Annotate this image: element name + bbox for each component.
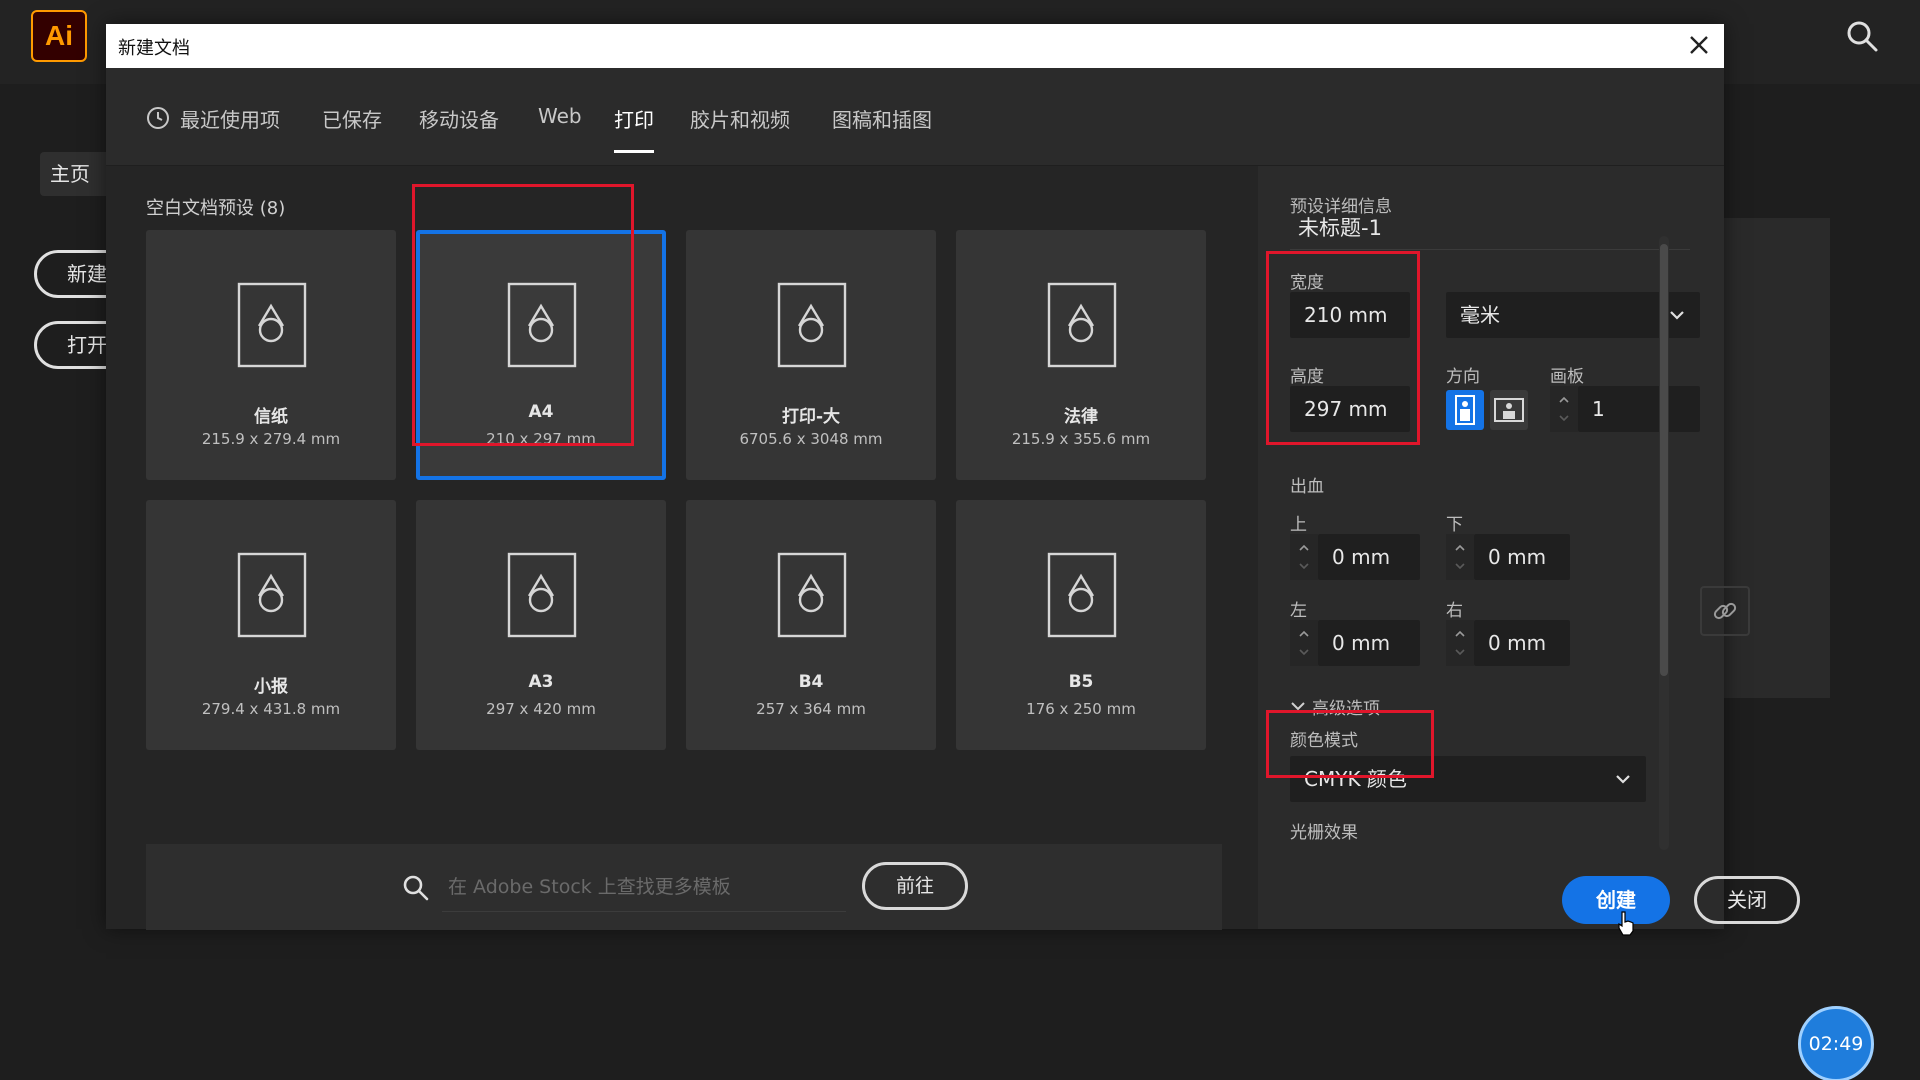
document-icon bbox=[1047, 282, 1117, 368]
document-icon bbox=[777, 282, 847, 368]
document-icon bbox=[237, 282, 307, 368]
artboards-stepper[interactable] bbox=[1550, 386, 1578, 432]
raster-effects-label: 光栅效果 bbox=[1290, 823, 1358, 843]
preset-dimensions: 279.4 x 431.8 mm bbox=[201, 700, 341, 718]
dialog-title: 新建文档 bbox=[118, 38, 190, 59]
bleed-left-field[interactable]: 0 mm bbox=[1318, 620, 1420, 666]
chevron-down-icon bbox=[1455, 563, 1465, 570]
illustrator-logo: Ai bbox=[31, 10, 87, 62]
chevron-up-icon bbox=[1559, 396, 1569, 403]
chevron-down-icon bbox=[1455, 649, 1465, 656]
preset-name: A3 bbox=[528, 672, 554, 692]
preset-card[interactable]: 打印-大 6705.6 x 3048 mm bbox=[686, 230, 936, 480]
bleed-left-stepper[interactable] bbox=[1290, 620, 1318, 666]
stock-search-input[interactable] bbox=[442, 862, 846, 912]
document-name-field[interactable]: 未标题-1 bbox=[1290, 206, 1690, 250]
portrait-icon bbox=[1455, 395, 1475, 425]
details-scrollbar-thumb[interactable] bbox=[1660, 244, 1668, 676]
preset-name: 打印-大 bbox=[781, 407, 841, 427]
preset-dimensions: 215.9 x 279.4 mm bbox=[201, 430, 341, 448]
close-icon[interactable] bbox=[1684, 30, 1714, 60]
highlight-dimensions bbox=[1266, 251, 1420, 445]
tab-print[interactable]: 打印 bbox=[614, 104, 654, 153]
landscape-button[interactable] bbox=[1490, 390, 1528, 430]
chevron-up-icon bbox=[1299, 544, 1309, 551]
portrait-button[interactable] bbox=[1446, 390, 1484, 430]
tab-art-illustration[interactable]: 图稿和插图 bbox=[832, 104, 932, 144]
orientation-label: 方向 bbox=[1446, 367, 1480, 387]
preset-name: B4 bbox=[798, 672, 824, 692]
bleed-top-field[interactable]: 0 mm bbox=[1318, 534, 1420, 580]
tab-saved[interactable]: 已保存 bbox=[322, 104, 382, 144]
tab-recent[interactable]: 最近使用项 bbox=[180, 104, 280, 144]
search-icon[interactable] bbox=[1844, 18, 1880, 54]
bleed-bottom-field[interactable]: 0 mm bbox=[1474, 534, 1570, 580]
tab-web[interactable]: Web bbox=[538, 104, 582, 144]
chevron-down-icon bbox=[1559, 415, 1569, 422]
search-icon bbox=[403, 875, 429, 901]
bleed-left-label: 左 bbox=[1290, 601, 1307, 621]
hand-cursor-icon bbox=[1618, 911, 1634, 936]
preset-card[interactable]: B5 176 x 250 mm bbox=[956, 500, 1206, 750]
landscape-icon bbox=[1494, 398, 1524, 422]
timer-badge: 02:49 bbox=[1798, 1006, 1874, 1080]
preset-name: 法律 bbox=[1064, 407, 1098, 427]
preset-dimensions: 297 x 420 mm bbox=[486, 700, 596, 718]
highlight-a4 bbox=[412, 184, 634, 446]
document-icon bbox=[1047, 552, 1117, 638]
chevron-down-icon bbox=[1299, 649, 1309, 656]
go-button[interactable]: 前往 bbox=[862, 862, 968, 910]
preset-card[interactable]: 信纸 215.9 x 279.4 mm bbox=[146, 230, 396, 480]
tab-film-video[interactable]: 胶片和视频 bbox=[690, 104, 790, 144]
document-icon bbox=[507, 552, 577, 638]
preset-name: 信纸 bbox=[254, 407, 288, 427]
bleed-bottom-stepper[interactable] bbox=[1446, 534, 1474, 580]
bleed-right-stepper[interactable] bbox=[1446, 620, 1474, 666]
preset-dimensions: 176 x 250 mm bbox=[1026, 700, 1136, 718]
preset-card[interactable]: 小报 279.4 x 431.8 mm bbox=[146, 500, 396, 750]
stock-search-bar: 前往 bbox=[146, 844, 1222, 930]
dialog-titlebar: 新建文档 bbox=[106, 24, 1724, 68]
preset-card[interactable]: A3 297 x 420 mm bbox=[416, 500, 666, 750]
document-icon bbox=[777, 552, 847, 638]
category-tabs: 最近使用项 已保存 移动设备 Web 打印 胶片和视频 图稿和插图 bbox=[106, 68, 1724, 166]
presets-label: 空白文档预设 (8) bbox=[146, 198, 286, 219]
document-icon bbox=[237, 552, 307, 638]
presets-area: 空白文档预设 (8) 信纸 215.9 x 279.4 mm A4 210 x 297… bbox=[106, 166, 1258, 930]
bleed-label: 出血 bbox=[1290, 477, 1324, 497]
clock-icon bbox=[147, 107, 169, 129]
units-value: 毫米 bbox=[1460, 303, 1500, 327]
home-nav-item[interactable]: 主页 bbox=[40, 152, 110, 196]
preset-name: B5 bbox=[1068, 672, 1094, 692]
preset-name: 小报 bbox=[254, 677, 288, 697]
bleed-right-field[interactable]: 0 mm bbox=[1474, 620, 1570, 666]
preset-card[interactable]: B4 257 x 364 mm bbox=[686, 500, 936, 750]
artboards-label: 画板 bbox=[1550, 367, 1584, 387]
chevron-down-icon bbox=[1299, 563, 1309, 570]
chevron-up-icon bbox=[1299, 630, 1309, 637]
app-window: Ai 主页 新建 打开 新建文档 最近使用项 已保存 移动设备 Web 打印 胶… bbox=[0, 0, 1920, 1080]
chevron-up-icon bbox=[1455, 630, 1465, 637]
bleed-right-label: 右 bbox=[1446, 601, 1463, 621]
bleed-top-label: 上 bbox=[1290, 515, 1307, 535]
new-document-dialog: 新建文档 最近使用项 已保存 移动设备 Web 打印 胶片和视频 图稿和插图 空… bbox=[106, 24, 1800, 936]
preset-card[interactable]: 法律 215.9 x 355.6 mm bbox=[956, 230, 1206, 480]
preset-dimensions: 257 x 364 mm bbox=[756, 700, 866, 718]
chevron-down-icon bbox=[1670, 311, 1684, 320]
bleed-bottom-label: 下 bbox=[1446, 515, 1463, 535]
link-bleed-button[interactable] bbox=[1700, 586, 1750, 636]
preset-dimensions: 6705.6 x 3048 mm bbox=[739, 430, 883, 448]
chevron-down-icon bbox=[1616, 775, 1630, 784]
link-icon bbox=[1713, 602, 1737, 620]
close-button[interactable]: 关闭 bbox=[1694, 876, 1800, 924]
preset-dimensions: 215.9 x 355.6 mm bbox=[1011, 430, 1151, 448]
highlight-color-mode bbox=[1266, 710, 1434, 778]
tab-mobile[interactable]: 移动设备 bbox=[419, 104, 499, 144]
bleed-top-stepper[interactable] bbox=[1290, 534, 1318, 580]
chevron-up-icon bbox=[1455, 544, 1465, 551]
artboards-field[interactable]: 1 bbox=[1578, 386, 1700, 432]
